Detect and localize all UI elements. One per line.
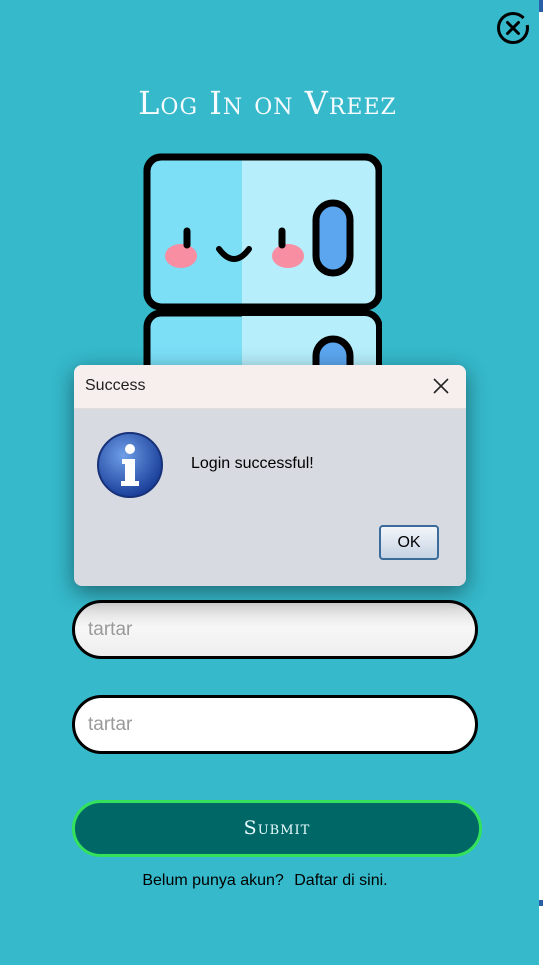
username-input[interactable]: tartar bbox=[72, 600, 478, 659]
success-dialog: Success Login successful! OK bbox=[74, 365, 466, 586]
page-title: Log In on Vreez bbox=[138, 84, 397, 122]
mascot-logo bbox=[142, 153, 383, 407]
dialog-title: Success bbox=[85, 377, 146, 394]
password-input[interactable]: tartar bbox=[72, 695, 478, 754]
info-icon bbox=[96, 431, 166, 506]
dialog-close-button[interactable] bbox=[430, 375, 452, 397]
signup-link[interactable]: Daftar di sini. bbox=[294, 872, 387, 889]
signup-prompt: Belum punya akun? Daftar di sini. bbox=[0, 872, 530, 890]
window-close-button[interactable] bbox=[496, 11, 530, 45]
signup-prompt-text: Belum punya akun? bbox=[142, 872, 284, 889]
dialog-titlebar: Success bbox=[74, 365, 466, 409]
dialog-message: Login successful! bbox=[191, 455, 314, 472]
background-window-edge bbox=[539, 0, 543, 965]
submit-button[interactable]: Submit bbox=[72, 800, 482, 857]
close-icon bbox=[433, 378, 449, 394]
circle-x-icon bbox=[497, 12, 529, 44]
ok-button[interactable]: OK bbox=[379, 525, 439, 560]
